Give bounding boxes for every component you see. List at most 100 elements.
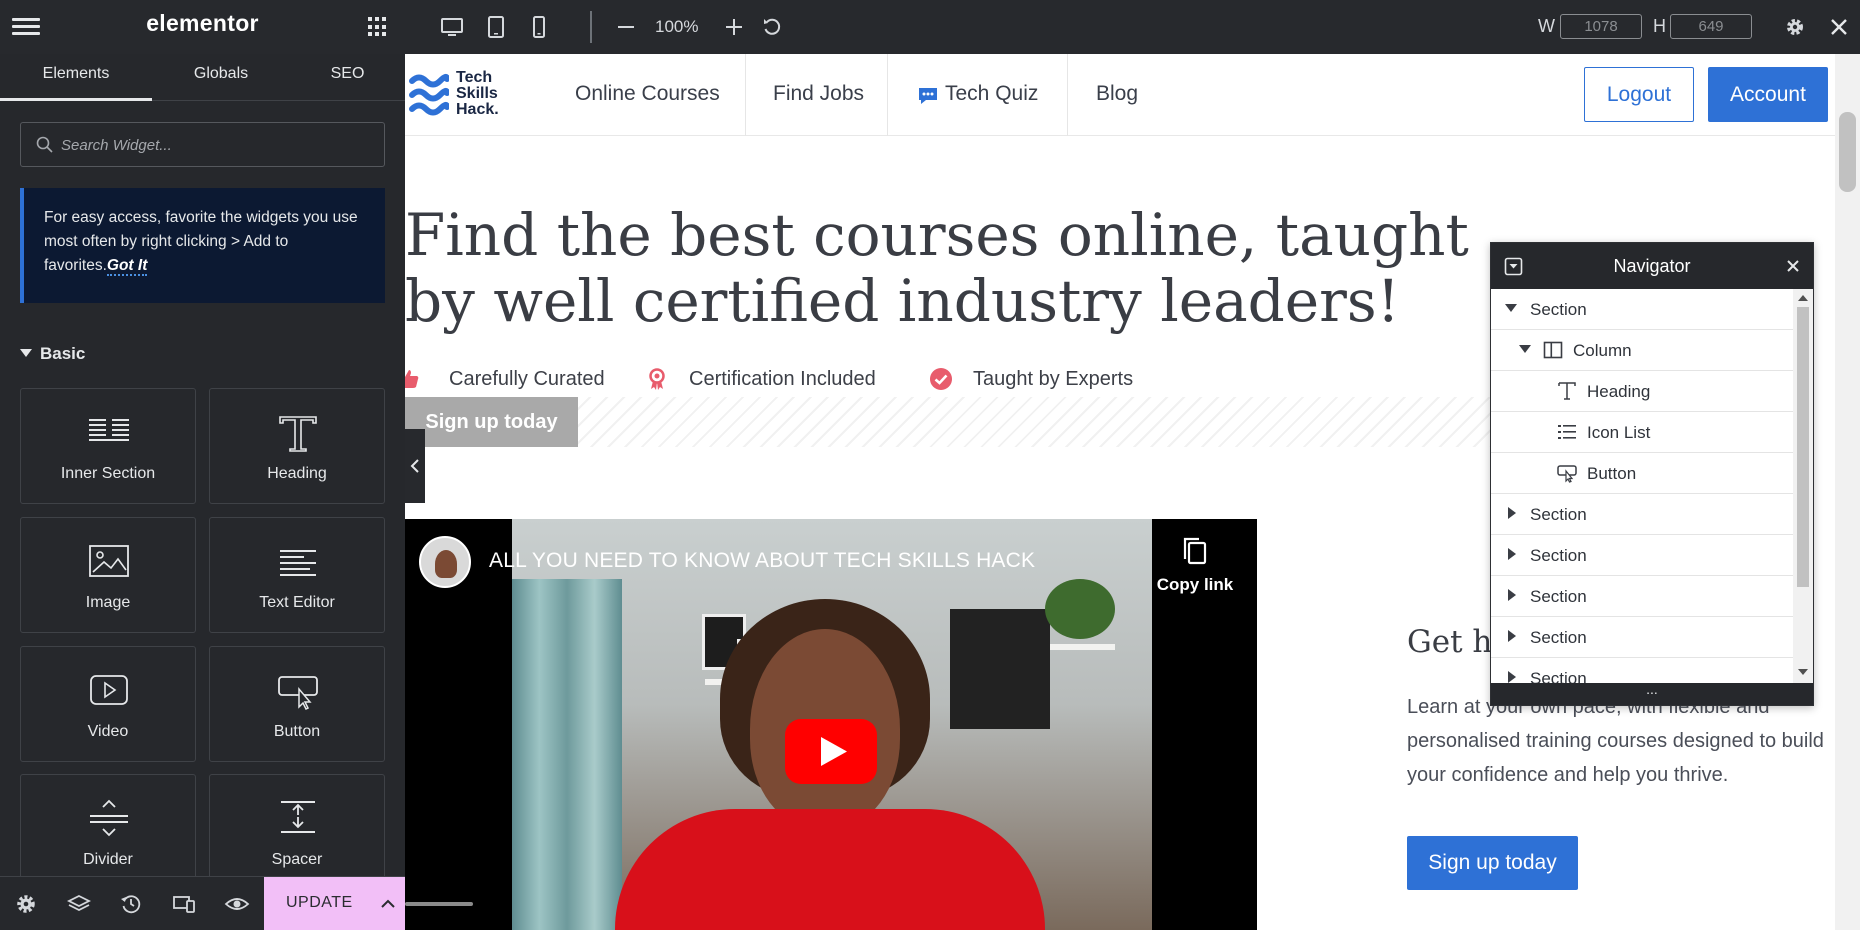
tab-globals[interactable]: Globals xyxy=(152,54,290,101)
height-input[interactable] xyxy=(1670,14,1752,39)
navigator-scrollbar[interactable] xyxy=(1793,289,1813,683)
widget-button[interactable]: Button xyxy=(209,646,385,762)
caret-right-icon[interactable] xyxy=(1508,630,1516,642)
widget-spacer[interactable]: Spacer xyxy=(209,774,385,890)
mobile-view-icon[interactable] xyxy=(526,14,552,40)
settings-gear-icon[interactable] xyxy=(13,891,39,917)
category-label: Basic xyxy=(40,344,86,363)
spacer-icon xyxy=(273,795,323,841)
nav-online-courses[interactable]: Online Courses xyxy=(575,54,720,136)
nav-blog[interactable]: Blog xyxy=(1096,54,1138,136)
close-icon[interactable] xyxy=(1784,257,1802,275)
widget-inner-section[interactable]: Inner Section xyxy=(20,388,196,504)
got-it-link[interactable]: Got It xyxy=(106,257,148,276)
update-button[interactable]: UPDATE xyxy=(264,877,405,930)
nav-tree-button[interactable]: Button xyxy=(1491,453,1793,494)
nav-tree-label: Section xyxy=(1530,300,1587,319)
caret-right-icon[interactable] xyxy=(1508,671,1516,683)
tab-seo[interactable]: SEO xyxy=(290,54,405,101)
feature-icon-list[interactable]: Carefully Curated Certification Included… xyxy=(405,364,1505,394)
navigator-header[interactable]: Navigator xyxy=(1491,243,1813,289)
column-icon xyxy=(1543,341,1563,359)
nav-tree-label: Section xyxy=(1530,587,1587,606)
youtube-video-embed[interactable]: ALL YOU NEED TO KNOW ABOUT TECH SKILLS H… xyxy=(405,519,1257,930)
caret-right-icon[interactable] xyxy=(1508,589,1516,601)
hamburger-menu-icon[interactable] xyxy=(12,15,40,39)
width-input[interactable] xyxy=(1560,14,1642,39)
zoom-level: 100% xyxy=(655,17,699,36)
hero-signup-button[interactable]: Sign up today xyxy=(405,397,578,447)
nav-tree-section[interactable]: Section xyxy=(1491,289,1793,330)
caret-right-icon[interactable] xyxy=(1508,507,1516,519)
copy-link-button[interactable]: Copy link xyxy=(1145,535,1245,595)
zoom-out-icon[interactable] xyxy=(613,14,639,40)
scroll-up-arrow-icon[interactable] xyxy=(1798,295,1808,301)
video-progress-bar[interactable] xyxy=(405,902,473,906)
logo-line: Hack. xyxy=(456,101,499,118)
widget-label: Inner Section xyxy=(60,465,156,482)
section-signup-button[interactable]: Sign up today xyxy=(1407,836,1578,890)
youtube-play-icon[interactable] xyxy=(785,719,877,784)
scrollbar-thumb[interactable] xyxy=(1839,112,1856,192)
nav-tree-section[interactable]: Section xyxy=(1491,494,1793,535)
video-scene-shirt xyxy=(615,809,1045,930)
caret-down-icon[interactable] xyxy=(1519,345,1531,353)
widget-video[interactable]: Video xyxy=(20,646,196,762)
nav-tree-label: Section xyxy=(1530,669,1587,683)
responsive-mode-icon[interactable] xyxy=(171,891,197,917)
zoom-in-icon[interactable] xyxy=(721,14,747,40)
history-icon[interactable] xyxy=(118,891,144,917)
copy-link-label: Copy link xyxy=(1156,575,1234,594)
nav-tree-section[interactable]: Section xyxy=(1491,535,1793,576)
widgets-grid-icon[interactable] xyxy=(368,17,388,37)
close-icon[interactable] xyxy=(1826,14,1852,40)
nav-separator xyxy=(887,54,888,136)
desktop-view-icon[interactable] xyxy=(439,14,465,40)
button-icon xyxy=(1557,465,1577,483)
video-title[interactable]: ALL YOU NEED TO KNOW ABOUT TECH SKILLS H… xyxy=(489,549,1035,573)
nav-tree-section[interactable]: Section xyxy=(1491,617,1793,658)
category-basic-toggle[interactable]: Basic xyxy=(20,344,85,364)
widget-heading[interactable]: Heading xyxy=(209,388,385,504)
navigator-panel[interactable]: Navigator Section Column Heading Icon Li… xyxy=(1490,242,1814,706)
widget-image[interactable]: Image xyxy=(20,517,196,633)
gear-icon[interactable] xyxy=(1782,14,1808,40)
tab-elements[interactable]: Elements xyxy=(0,54,152,101)
nav-tree-icon-list[interactable]: Icon List xyxy=(1491,412,1793,453)
thumbs-up-icon xyxy=(405,370,419,388)
search-icon xyxy=(36,136,53,153)
nav-tree-column[interactable]: Column xyxy=(1491,330,1793,371)
feature-label: Carefully Curated xyxy=(449,368,605,390)
site-logo[interactable]: Tech Skills Hack. xyxy=(409,67,519,127)
nav-tree-label: Button xyxy=(1587,464,1637,483)
caret-right-icon[interactable] xyxy=(1508,548,1516,560)
search-input[interactable] xyxy=(61,133,371,157)
hero-heading[interactable]: Find the best courses online, taught by … xyxy=(405,202,1545,334)
nav-find-jobs[interactable]: Find Jobs xyxy=(773,54,864,136)
logo-line: Skills xyxy=(456,85,498,102)
panel-collapse-handle[interactable] xyxy=(405,429,425,503)
account-button[interactable]: Account xyxy=(1708,67,1828,122)
nav-tree-section[interactable]: Section xyxy=(1491,658,1793,683)
caret-down-icon[interactable] xyxy=(1505,304,1517,312)
chevron-up-icon[interactable] xyxy=(380,896,396,912)
widget-divider[interactable]: Divider xyxy=(20,774,196,890)
video-scene-tv xyxy=(950,609,1050,729)
chat-bubble-icon xyxy=(919,88,937,104)
navigator-resize-handle[interactable]: ... xyxy=(1491,682,1813,705)
channel-avatar[interactable] xyxy=(419,536,471,588)
tablet-view-icon[interactable] xyxy=(483,14,509,40)
search-widget-box[interactable] xyxy=(20,122,385,167)
navigator-scroll-thumb[interactable] xyxy=(1797,307,1809,587)
scroll-down-arrow-icon[interactable] xyxy=(1798,669,1808,675)
widget-text-editor[interactable]: Text Editor xyxy=(209,517,385,633)
nav-tree-heading[interactable]: Heading xyxy=(1491,371,1793,412)
preview-eye-icon[interactable] xyxy=(224,891,250,917)
section-heading[interactable]: Get hi xyxy=(1407,624,1502,660)
nav-tree-section[interactable]: Section xyxy=(1491,576,1793,617)
logout-button[interactable]: Logout xyxy=(1584,67,1694,122)
canvas-scrollbar[interactable] xyxy=(1835,54,1860,930)
layers-icon[interactable] xyxy=(66,891,92,917)
reset-zoom-icon[interactable] xyxy=(759,14,785,40)
panel-footer: UPDATE xyxy=(0,876,405,930)
